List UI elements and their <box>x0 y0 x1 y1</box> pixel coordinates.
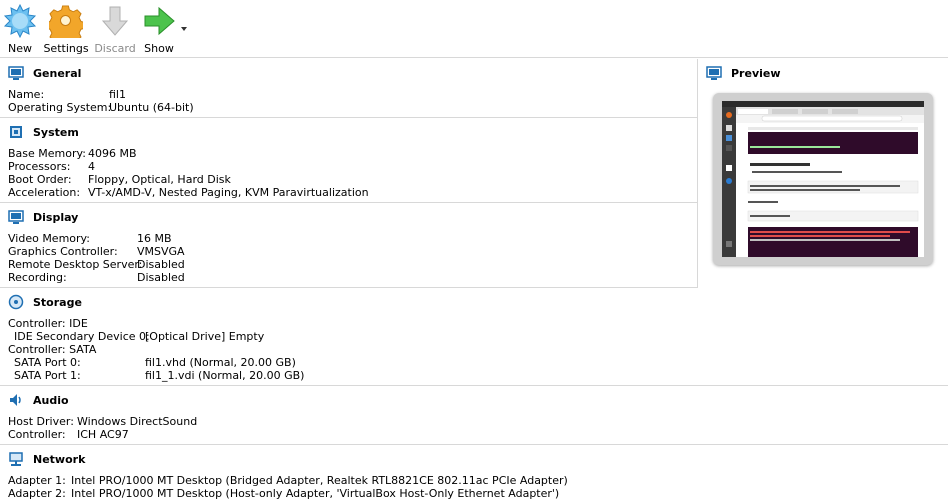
system-icon <box>10 126 22 138</box>
general-name-key: Name: <box>8 88 45 101</box>
storage-ide-secondary-key: IDE Secondary Device 0: <box>14 330 150 343</box>
storage-sata1-key: SATA Port 1: <box>14 369 81 382</box>
display-icon <box>8 210 24 224</box>
display-key: Video Memory: <box>8 232 90 245</box>
network-adapter1-key: Adapter 1: <box>8 474 66 487</box>
system-row: Processors: 4 <box>8 160 688 173</box>
display-header[interactable]: Display <box>8 209 78 225</box>
show-dropdown-arrow-icon[interactable] <box>181 27 187 31</box>
storage-icon <box>8 294 24 310</box>
general-os-value: Ubuntu (64-bit) <box>109 101 194 114</box>
new-icon <box>3 4 37 38</box>
display-key: Recording: <box>8 271 67 284</box>
discard-button[interactable]: Discard <box>94 4 136 56</box>
storage-sata0-key: SATA Port 0: <box>14 356 81 369</box>
toolbar: New Settings Discard Show <box>0 0 948 58</box>
show-icon <box>144 6 175 36</box>
display-value: 16 MB <box>137 232 172 245</box>
display-value: VMSVGA <box>137 245 185 258</box>
storage-sata1-value: fil1_1.vdi (Normal, 20.00 GB) <box>145 369 305 382</box>
vm-screen-thumbnail <box>722 101 924 257</box>
general-icon <box>8 66 24 80</box>
preview-header[interactable]: Preview <box>706 65 781 81</box>
display-row: Recording: Disabled <box>8 271 688 284</box>
general-os-key: Operating System: <box>8 101 112 114</box>
display-section: Display Video Memory: 16 MB Graphics Cont… <box>0 203 697 287</box>
preview-thumbnail <box>713 93 933 265</box>
network-icon <box>9 452 23 466</box>
discard-label: Discard <box>94 42 136 55</box>
system-row: Base Memory: 4096 MB <box>8 147 688 160</box>
network-adapter2-value: Intel PRO/1000 MT Desktop (Host-only Ada… <box>71 487 560 500</box>
system-section: System Base Memory: 4096 MB Processors: 4 … <box>0 118 697 202</box>
display-title: Display <box>33 210 79 224</box>
new-label: New <box>8 42 32 55</box>
display-value: Disabled <box>137 271 185 284</box>
preview-screen-image <box>722 101 924 257</box>
system-row: Acceleration: VT-x/AMD-V, Nested Paging, … <box>8 186 688 199</box>
display-key: Remote Desktop Server: <box>8 258 143 271</box>
show-button[interactable]: Show <box>140 4 178 56</box>
system-key: Base Memory: <box>8 147 86 160</box>
audio-header[interactable]: Audio <box>8 392 69 408</box>
display-row: Graphics Controller: VMSVGA <box>8 245 688 258</box>
display-value: Disabled <box>137 258 185 271</box>
network-adapter2-key: Adapter 2: <box>8 487 66 500</box>
general-name-value: fil1 <box>109 88 126 101</box>
storage-ide-secondary-value[interactable]: [Optical Drive] Empty <box>145 330 264 343</box>
audio-host-driver-key: Host Driver: <box>8 415 74 428</box>
audio-title: Audio <box>33 393 69 407</box>
settings-label: Settings <box>43 42 89 55</box>
system-value: VT-x/AMD-V, Nested Paging, KVM Paravirtu… <box>88 186 369 199</box>
storage-title: Storage <box>33 295 82 309</box>
display-row: Video Memory: 16 MB <box>8 232 688 245</box>
storage-header[interactable]: Storage <box>8 294 82 310</box>
audio-section: Audio Host Driver: Windows DirectSound Co… <box>0 386 948 444</box>
system-row: Boot Order: Floppy, Optical, Hard Disk <box>8 173 688 186</box>
system-value: 4096 MB <box>88 147 137 160</box>
general-title: General <box>33 66 82 80</box>
general-section: General Name: fil1 Operating System: Ubunt… <box>0 59 697 117</box>
audio-controller-key: Controller: <box>8 428 66 441</box>
settings-button[interactable]: Settings <box>43 4 89 56</box>
show-label: Show <box>144 42 174 55</box>
system-title: System <box>33 125 79 139</box>
network-section: Network Adapter 1: Intel PRO/1000 MT Desk… <box>0 445 948 504</box>
storage-controller-ide: Controller: IDE <box>8 317 88 330</box>
discard-icon <box>101 6 129 36</box>
system-key: Acceleration: <box>8 186 81 199</box>
audio-controller-value: ICH AC97 <box>77 428 129 441</box>
audio-icon <box>10 394 21 406</box>
system-key: Boot Order: <box>8 173 72 186</box>
storage-section: Storage Controller: IDE IDE Secondary De… <box>0 288 948 385</box>
storage-sata0-value: fil1.vhd (Normal, 20.00 GB) <box>145 356 296 369</box>
system-value: 4 <box>88 160 95 173</box>
settings-icon <box>49 5 83 38</box>
preview-icon <box>706 66 722 80</box>
preview-title: Preview <box>731 66 781 80</box>
system-value: Floppy, Optical, Hard Disk <box>88 173 231 186</box>
general-header[interactable]: General <box>8 65 81 81</box>
display-row: Remote Desktop Server: Disabled <box>8 258 688 271</box>
system-header[interactable]: System <box>8 124 79 140</box>
network-adapter1-value: Intel PRO/1000 MT Desktop (Bridged Adapt… <box>71 474 568 487</box>
display-key: Graphics Controller: <box>8 245 118 258</box>
network-header[interactable]: Network <box>8 451 85 467</box>
system-key: Processors: <box>8 160 71 173</box>
audio-host-driver-value: Windows DirectSound <box>77 415 198 428</box>
network-title: Network <box>33 452 86 466</box>
new-button[interactable]: New <box>2 4 38 56</box>
storage-controller-sata: Controller: SATA <box>8 343 97 356</box>
